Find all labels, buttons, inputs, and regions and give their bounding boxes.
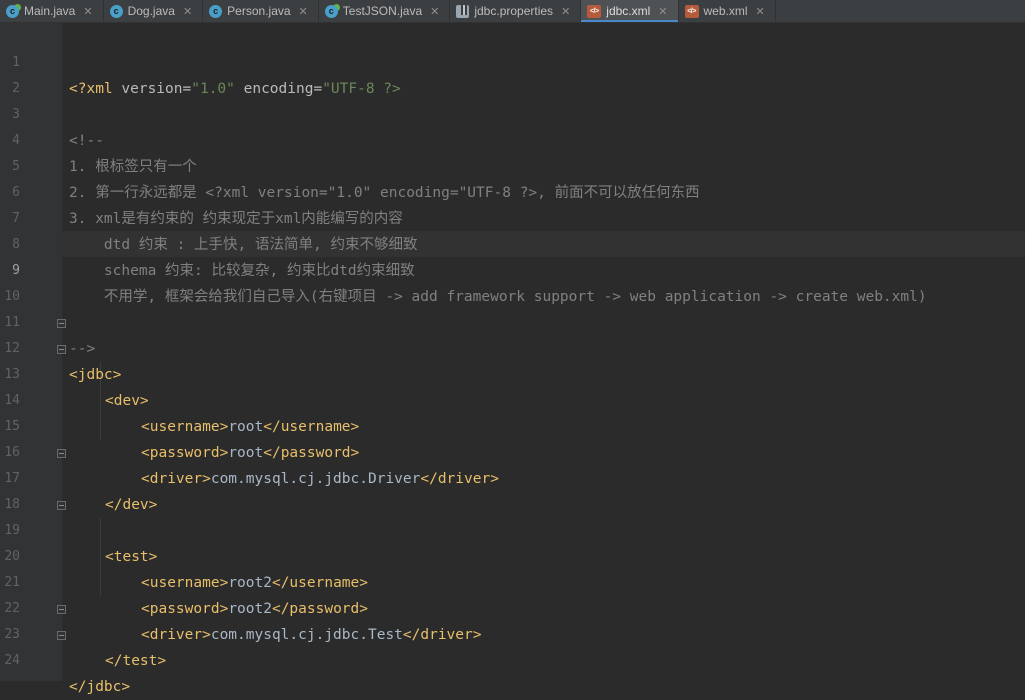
code-line: 17 </dev> xyxy=(0,440,1025,513)
code-line: 16 <driver>com.mysql.cj.jdbc.Driver</dri… xyxy=(0,414,1025,487)
close-icon[interactable]: ✕ xyxy=(658,5,667,18)
xml-tag[interactable]: </jdbc> xyxy=(69,674,130,700)
tab-label: TestJSON.java xyxy=(342,4,423,18)
code-line: 19 <test> xyxy=(0,492,1025,565)
xml-tag[interactable]: </test> xyxy=(105,648,166,674)
code-line: 18 xyxy=(0,466,1025,512)
tab-label: jdbc.properties xyxy=(474,4,554,18)
code-line: 22 <driver>com.mysql.cj.jdbc.Test</drive… xyxy=(0,570,1025,643)
properties-file-icon xyxy=(456,4,470,18)
tab-web-xml[interactable]: </> web.xml ✕ xyxy=(679,0,776,22)
tab-main-java[interactable]: c Main.java ✕ xyxy=(0,0,104,22)
code-line: 2 xyxy=(0,50,1025,96)
tab-label: web.xml xyxy=(703,4,748,18)
xml-file-icon: </> xyxy=(587,4,602,18)
code-line: 12 <jdbc> xyxy=(0,310,1025,383)
tab-label: Main.java xyxy=(24,4,76,18)
code-line: 10 xyxy=(0,258,1025,304)
close-icon[interactable]: ✕ xyxy=(183,5,192,18)
code-line: 6 3. xml是有约束的 约束现定于xml内能编写的内容 xyxy=(0,154,1025,227)
tab-label: Person.java xyxy=(227,4,291,18)
code-line: 1 <?xml version="1.0" encoding="UTF-8 ?> xyxy=(0,24,1025,97)
editor-tab-bar: c Main.java ✕ c Dog.java ✕ c Person.java… xyxy=(0,0,1025,23)
code-line: 21 <password>root2</password> xyxy=(0,544,1025,617)
close-icon[interactable]: ✕ xyxy=(299,5,308,18)
close-icon[interactable]: ✕ xyxy=(756,5,765,18)
java-class-icon: c xyxy=(109,4,123,18)
code-line: 24 </jdbc> xyxy=(0,622,1025,695)
tab-jdbc-xml[interactable]: </> jdbc.xml ✕ xyxy=(581,0,679,22)
code-line: 14 <username>root</username> xyxy=(0,362,1025,435)
code-line: 7 dtd 约束 : 上手快, 语法简单, 约束不够细致 xyxy=(0,180,1025,253)
code-line: 20 <username>root2</username> xyxy=(0,518,1025,591)
tab-label: Dog.java xyxy=(127,4,175,18)
code-line: 5 2. 第一行永远都是 <?xml version="1.0" encodin… xyxy=(0,128,1025,201)
code-line: 15 <password>root</password> xyxy=(0,388,1025,461)
java-class-icon: c xyxy=(6,4,19,18)
code-line: 13 <dev> xyxy=(0,336,1025,409)
xml-file-icon: </> xyxy=(684,4,699,18)
java-class-icon: c xyxy=(209,4,223,18)
code-line: 23 </test> xyxy=(0,596,1025,669)
tab-dog-java[interactable]: c Dog.java ✕ xyxy=(104,0,204,22)
close-icon[interactable]: ✕ xyxy=(430,5,439,18)
code-line: 11 --> xyxy=(0,284,1025,357)
line-number: 24 xyxy=(4,653,20,668)
tab-person-java[interactable]: c Person.java ✕ xyxy=(203,0,319,22)
tab-testjson-java[interactable]: c TestJSON.java ✕ xyxy=(319,0,451,22)
code-line-current: 9 不用学, 框架会给我们自己导入(右键项目 -> add framework … xyxy=(0,232,1025,305)
tab-jdbc-properties[interactable]: jdbc.properties ✕ xyxy=(450,0,582,22)
close-icon[interactable]: ✕ xyxy=(83,5,92,18)
close-icon[interactable]: ✕ xyxy=(561,5,570,18)
code-line: 3 <!-- xyxy=(0,76,1025,149)
java-class-icon: c xyxy=(324,4,338,18)
code-line: 8 schema 约束: 比较复杂, 约束比dtd约束细致 xyxy=(0,206,1025,279)
tab-label: jdbc.xml xyxy=(606,4,651,18)
code-line: 4 1. 根标签只有一个 xyxy=(0,102,1025,175)
